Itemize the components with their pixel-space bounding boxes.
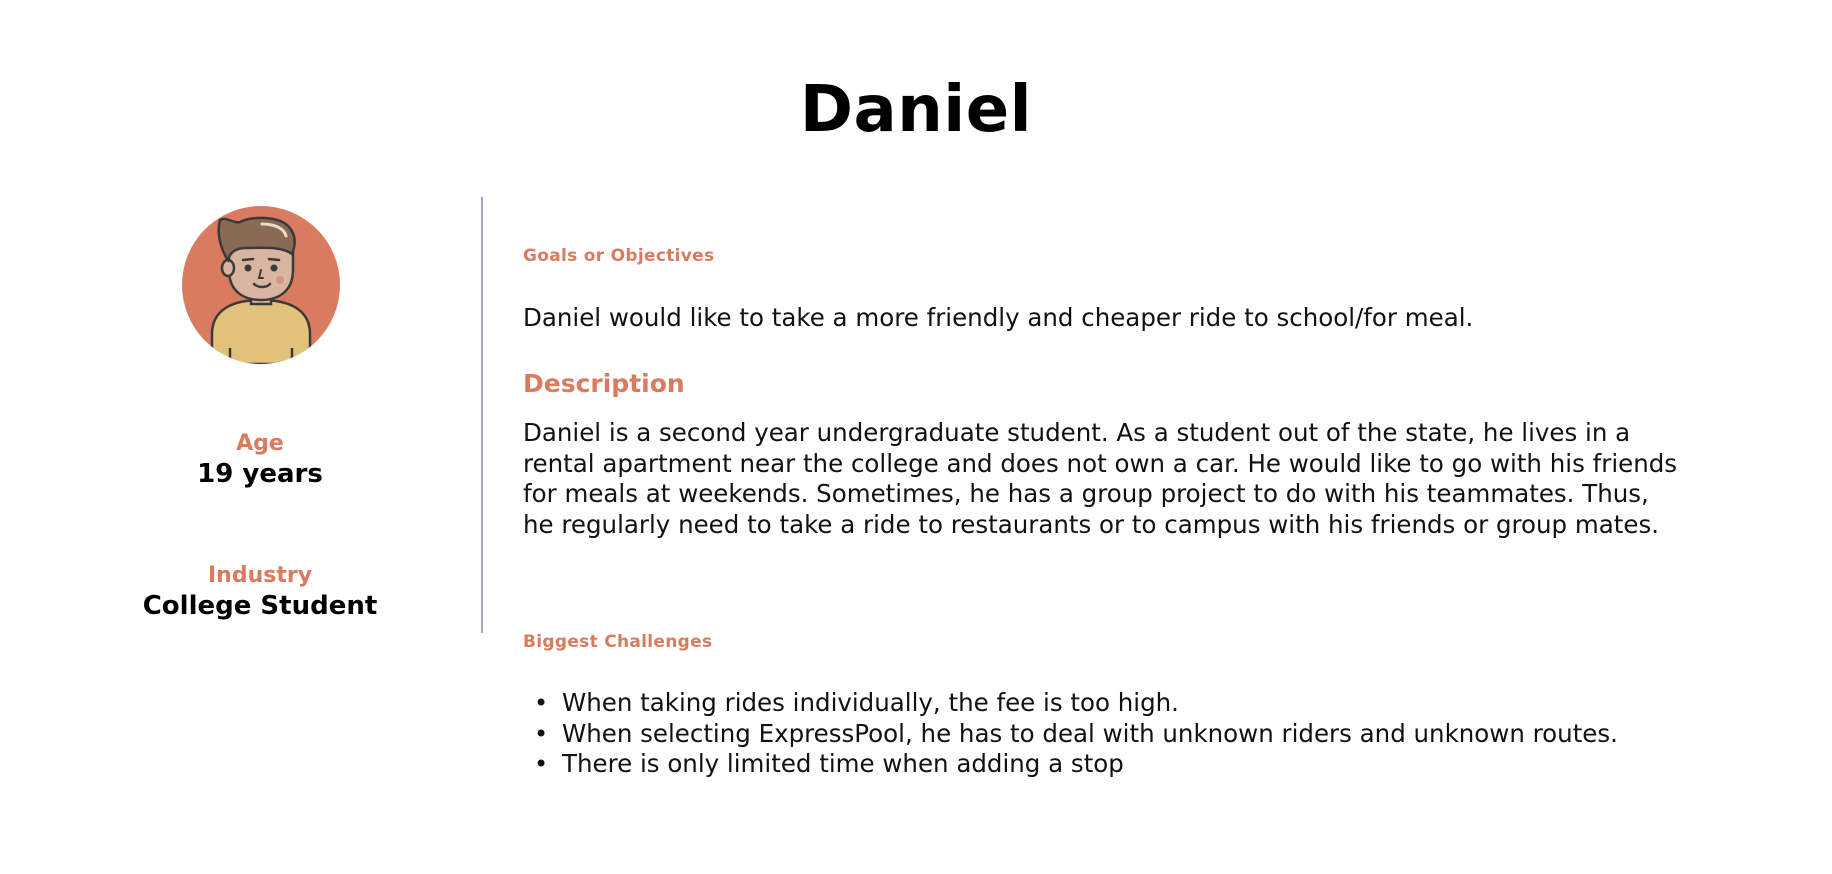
challenge-text: When selecting ExpressPool, he has to de… xyxy=(562,718,1618,748)
bullet-icon: • xyxy=(534,719,549,748)
challenge-text: There is only limited time when adding a… xyxy=(562,749,1124,778)
list-item: • When selecting ExpressPool, he has to d… xyxy=(523,719,1678,750)
persona-sidebar: Age 19 years Industry College Student xyxy=(60,196,460,636)
list-item: • When taking rides individually, the fee… xyxy=(523,688,1678,719)
avatar xyxy=(182,206,340,364)
challenges-list: • When taking rides individually, the fee… xyxy=(523,688,1678,780)
persona-name: Daniel xyxy=(799,73,1033,147)
age-value: 19 years xyxy=(197,459,323,489)
description-heading: Description xyxy=(523,369,685,398)
challenge-text: When taking rides individually, the fee … xyxy=(562,688,1179,717)
bullet-icon: • xyxy=(534,689,549,717)
age-label: Age xyxy=(236,431,284,456)
vertical-divider xyxy=(481,197,483,633)
challenges-heading: Biggest Challenges xyxy=(523,632,713,652)
bullet-icon: • xyxy=(534,750,549,778)
age-field: Age 19 years xyxy=(60,430,460,490)
description-text: Daniel is a second year undergraduate st… xyxy=(523,418,1678,539)
goals-heading: Goals or Objectives xyxy=(523,246,715,266)
industry-value: College Student xyxy=(142,591,378,621)
industry-label: Industry xyxy=(207,563,313,588)
goals-text: Daniel would like to take a more friendl… xyxy=(523,303,1474,332)
industry-field: Industry College Student xyxy=(60,562,460,622)
male-student-avatar-icon xyxy=(210,216,312,364)
list-item: • There is only limited time when adding … xyxy=(523,749,1678,780)
